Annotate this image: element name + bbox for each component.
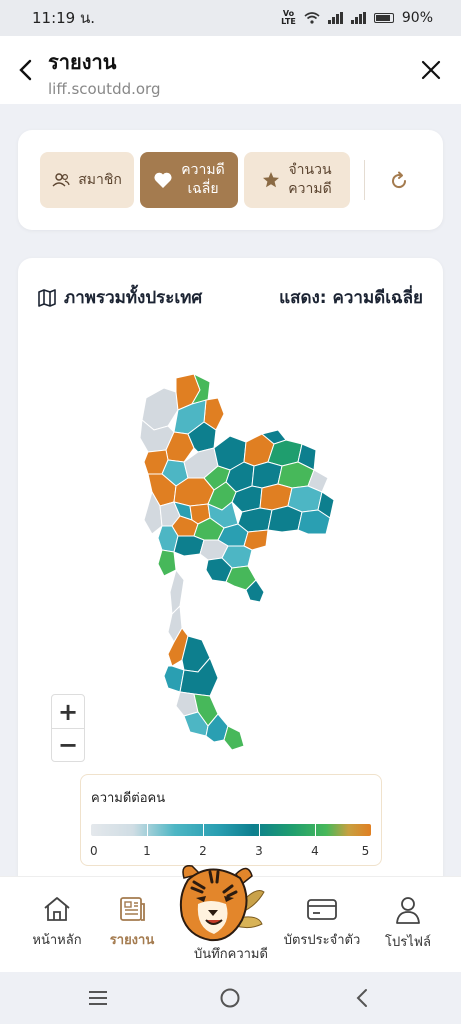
- close-button[interactable]: [417, 56, 445, 84]
- circle-icon: [220, 988, 240, 1008]
- nav-card-label: บัตรประจำตัว: [283, 933, 361, 948]
- home-icon: [44, 897, 70, 921]
- map-icon: [38, 288, 56, 307]
- zoom-in-button[interactable]: +: [52, 695, 84, 728]
- star-icon: [263, 172, 280, 188]
- users-icon: [52, 173, 70, 187]
- status-time: 11:19 น.: [32, 9, 96, 27]
- newspaper-icon: [120, 897, 145, 921]
- recent-apps-button[interactable]: [86, 986, 110, 1010]
- legend-label: 1: [143, 844, 151, 858]
- user-icon: [396, 897, 420, 924]
- tab-members[interactable]: สมาชิก: [40, 152, 134, 208]
- battery-icon: [373, 13, 394, 23]
- wifi-icon: [304, 12, 320, 24]
- legend-label: 0: [89, 844, 98, 858]
- nav-profile-label: โปรไฟล์: [385, 935, 431, 950]
- page-url: liff.scoutdd.org: [48, 80, 161, 98]
- status-icons: Vo LTE 90%: [281, 9, 433, 27]
- system-navigation-bar: [0, 972, 461, 1024]
- heart-icon: [154, 172, 172, 188]
- status-bar: 11:19 น. Vo LTE 90%: [0, 0, 461, 36]
- chevron-left-icon: [19, 59, 32, 81]
- tab-average-goodness[interactable]: ความดี เฉลี่ย: [140, 152, 238, 208]
- volte-icon: Vo LTE: [281, 9, 296, 26]
- thailand-choropleth-map[interactable]: [118, 370, 358, 760]
- province: [243, 529, 269, 551]
- signal-icon-2: [350, 12, 366, 24]
- chevron-left-icon: [356, 989, 367, 1007]
- battery-percent: 90%: [401, 10, 433, 26]
- legend-label: 5: [361, 844, 370, 858]
- legend-title: ความดีต่อคน: [91, 791, 166, 806]
- legend-color-scale: [91, 824, 371, 836]
- legend-label: 4: [311, 844, 319, 858]
- menu-icon: [89, 991, 107, 1005]
- id-card-icon: [307, 899, 337, 920]
- legend-label: 3: [255, 844, 263, 858]
- province: [223, 725, 245, 751]
- tab-average-label: ความดี เฉลี่ย: [181, 162, 225, 197]
- tiger-mascot-button[interactable]: [170, 858, 266, 946]
- refresh-button[interactable]: [384, 166, 414, 196]
- map-display-mode: แสดง: ความดีเฉลี่ย: [279, 288, 423, 308]
- report-tabs-card: สมาชิก ความดี เฉลี่ย จำนวน ความดี: [18, 130, 443, 230]
- signal-icon: [327, 12, 343, 24]
- nav-report[interactable]: รายงาน: [104, 895, 160, 950]
- page-title: รายงาน: [48, 50, 117, 74]
- province: [169, 568, 185, 616]
- province: [267, 505, 303, 533]
- nav-profile[interactable]: โปรไฟล์: [380, 895, 436, 952]
- tab-goodness-count[interactable]: จำนวน ความดี: [244, 152, 350, 208]
- tab-members-label: สมาชิก: [78, 171, 122, 188]
- home-system-button[interactable]: [218, 986, 242, 1010]
- back-system-button[interactable]: [350, 986, 374, 1010]
- province: [173, 535, 205, 557]
- refresh-icon: [392, 171, 407, 189]
- province: [157, 549, 177, 577]
- nav-member-card[interactable]: บัตรประจำตัว: [278, 895, 366, 950]
- back-button[interactable]: [12, 56, 38, 84]
- nav-record-goodness[interactable]: บันทึกความดี: [168, 943, 294, 964]
- divider: [364, 160, 365, 200]
- legend-label: 2: [199, 844, 207, 858]
- map-card: ภาพรวมทั้งประเทศ แสดง: ความดีเฉลี่ย + − …: [18, 258, 443, 898]
- close-icon: [421, 60, 441, 80]
- nav-home-label: หน้าหลัก: [32, 933, 82, 948]
- map-title: ภาพรวมทั้งประเทศ: [64, 288, 203, 308]
- app-header: รายงาน liff.scoutdd.org: [0, 36, 461, 104]
- nav-record-label: บันทึกความดี: [194, 947, 268, 962]
- nav-report-label: รายงาน: [109, 933, 155, 948]
- nav-home[interactable]: หน้าหลัก: [28, 895, 86, 950]
- zoom-out-button[interactable]: −: [52, 728, 84, 761]
- tab-count-label: จำนวน ความดี: [288, 162, 332, 197]
- map-zoom-control: + −: [51, 694, 85, 762]
- province: [141, 387, 179, 431]
- map-legend: ความดีต่อคน 0 1 2 3 4 5: [80, 774, 382, 866]
